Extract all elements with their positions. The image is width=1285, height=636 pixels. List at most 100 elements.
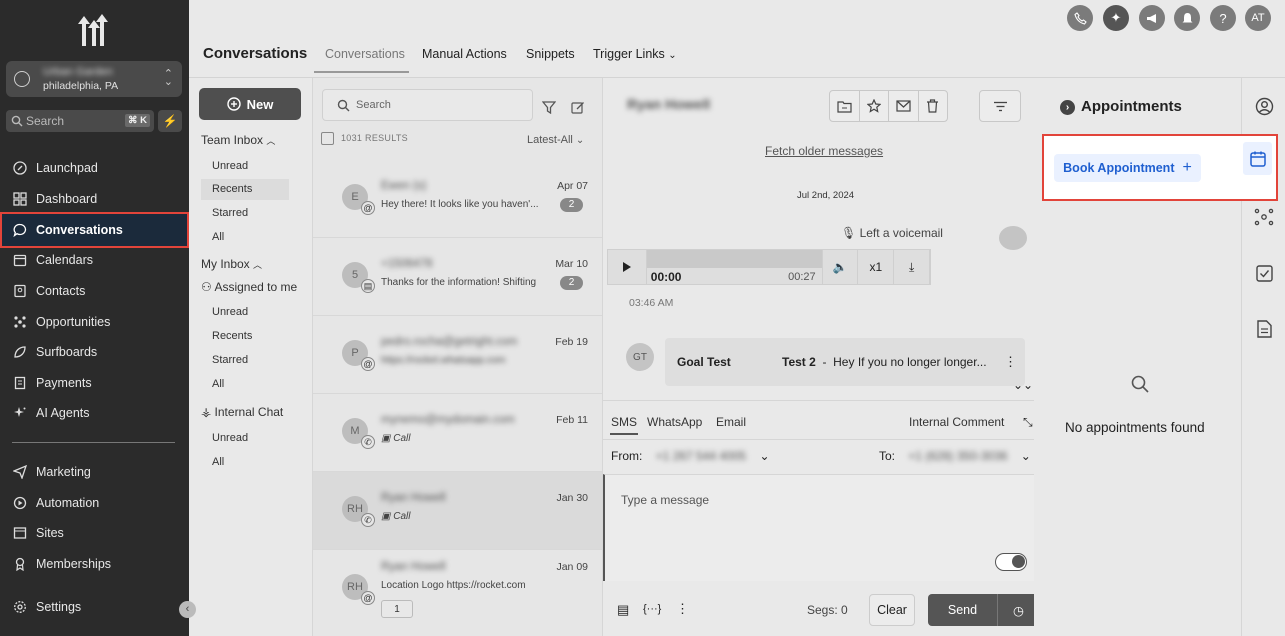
custom-values-icon[interactable]: {···} [643,603,661,615]
play-button[interactable] [608,250,647,284]
sidebar-item-sites[interactable]: Sites [0,518,189,548]
collapse-icon[interactable]: ⤡ [1023,415,1033,430]
conversation-row[interactable]: M ✆ mynemo@mydomain.com ▣ Call Feb 11 [313,394,602,472]
star-button[interactable] [860,91,889,121]
chevron-right-icon[interactable]: › [1060,100,1075,115]
compose-icon[interactable] [571,101,585,114]
my-inbox-all[interactable]: All [201,374,289,395]
sidebar-item-automation[interactable]: Automation [0,488,189,518]
message-textarea[interactable] [603,474,1035,581]
sidebar-item-marketing[interactable]: Marketing [0,457,189,487]
template-icon[interactable]: ▤ [617,602,629,618]
tab-trigger-links[interactable]: Trigger Links ⌄ [593,47,677,61]
quick-action-button[interactable]: ⚡ [158,110,182,132]
chevron-up-icon: ︿ [253,260,263,270]
conversation-search-input[interactable]: Search [322,89,533,121]
sidebar-item-payments[interactable]: Payments [0,368,189,398]
opportunities-button[interactable] [1253,206,1275,228]
more-options-icon[interactable]: ⋮ [676,601,689,617]
schedule-button[interactable]: ◷ [998,594,1039,626]
new-conversation-button[interactable]: New [199,88,301,120]
conversation-row-selected[interactable]: RH ✆ Ryan Howell ▣ Call Jan 30 [313,472,602,550]
tab-conversations[interactable]: Conversations [325,47,405,61]
internal-chat-toggle[interactable]: ⚶ Internal Chat [201,405,283,419]
send-button[interactable]: Send [928,594,998,626]
sidebar-item-conversations[interactable]: Conversations [0,212,189,248]
my-inbox-unread[interactable]: Unread [201,302,289,323]
my-inbox-starred[interactable]: Starred [201,350,289,371]
conversation-row[interactable]: RH @ Ryan Howell Location Logo https://r… [313,550,602,636]
filter-icon[interactable] [542,101,556,114]
internal-chat-all[interactable]: All [201,452,289,473]
sidebar-item-calendars[interactable]: Calendars [0,245,189,275]
scroll-down-icon[interactable]: ⌄⌄ [1013,378,1033,392]
notes-button[interactable] [1253,318,1275,340]
help-button[interactable]: ? [1210,5,1236,31]
from-field[interactable]: From: +1 267 544 4005 ⌄ [611,449,770,463]
tab-manual-actions[interactable]: Manual Actions [422,47,507,61]
notifications-button[interactable] [1174,5,1200,31]
tab-label: Trigger Links [593,47,665,61]
volume-button[interactable]: 🔈 [823,250,859,284]
conversation-row[interactable]: P @ pedro.rocha@getright.com https://roc… [313,316,602,394]
delete-button[interactable] [919,91,948,121]
account-switcher[interactable]: Urban Garden philadelphia, PA ⌃ ⌄ [6,61,182,97]
sidebar-item-settings[interactable]: Settings [0,592,189,622]
tab-whatsapp[interactable]: WhatsApp [647,415,702,429]
user-icon: ⚇ [201,280,212,294]
thread-filter-button[interactable] [979,90,1021,122]
sidebar-item-opportunities[interactable]: Opportunities [0,307,189,337]
sidebar-search[interactable]: Search ⌘ K [6,110,154,132]
audio-progress[interactable]: 00:00 00:27 [646,250,823,284]
internal-chat-unread[interactable]: Unread [201,428,289,449]
inbox-panel: New Team Inbox ︿ Unread Recents Starred … [189,78,312,636]
my-inbox-toggle[interactable]: My Inbox ︿ [201,257,262,271]
conversation-row[interactable]: E @ Ewen (s) Hey there! It looks like yo… [313,160,602,238]
app-logo[interactable] [72,14,112,48]
tab-email[interactable]: Email [716,415,746,429]
tab-internal-comment[interactable]: Internal Comment [909,415,1004,429]
book-appointment-button[interactable]: Book Appointment + [1054,154,1201,182]
audio-progress-track [646,250,822,268]
to-field[interactable]: To: +1 (628) 350-3036 ⌄ [879,449,1031,463]
assigned-to-me[interactable]: ⚇ Assigned to me [201,280,297,294]
magic-button[interactable]: ✦ [1103,5,1129,31]
fetch-older-messages-link[interactable]: Fetch older messages [765,144,883,158]
team-inbox-starred[interactable]: Starred [201,203,289,224]
announcements-button[interactable] [1139,5,1165,31]
user-avatar[interactable]: AT [1245,5,1271,31]
download-button[interactable]: ⤓ [894,250,930,284]
clear-button[interactable]: Clear [869,594,915,626]
magic-wand-icon: ✦ [1110,10,1122,25]
ai-assist-toggle[interactable] [995,553,1027,571]
sort-dropdown[interactable]: Latest-All ⌄ [527,134,584,146]
collapse-sidebar-button[interactable]: ‹ [179,601,196,618]
mark-read-button[interactable] [889,91,919,121]
phone-button[interactable] [1067,5,1093,31]
select-all-checkbox[interactable] [321,132,334,145]
team-inbox-toggle[interactable]: Team Inbox ︿ [201,133,275,147]
more-options-icon[interactable]: ⋮ [1004,354,1017,370]
sidebar-item-surfboards[interactable]: Surfboards [0,337,189,367]
chevron-down-icon: ⌄ [1020,449,1031,463]
my-inbox-recents[interactable]: Recents [201,326,289,347]
tasks-button[interactable] [1253,262,1275,284]
contact-profile-button[interactable] [1253,95,1275,117]
appointments-title: Appointments [1081,98,1182,115]
team-inbox-recents[interactable]: Recents [201,179,289,200]
sidebar-item-label: Launchpad [36,161,98,175]
conversation-row[interactable]: 5 ▤ +1506478 Thanks for the information!… [313,238,602,316]
sidebar-item-memberships[interactable]: Memberships [0,549,189,579]
calendar-tab-button[interactable] [1243,142,1272,175]
team-inbox-all[interactable]: All [201,227,289,248]
move-folder-button[interactable] [830,91,860,121]
tab-snippets[interactable]: Snippets [526,47,575,61]
playback-speed-button[interactable]: x1 [858,250,895,284]
sidebar-item-dashboard[interactable]: Dashboard [0,184,189,214]
sidebar-item-launchpad[interactable]: Launchpad [0,153,189,183]
team-inbox-unread[interactable]: Unread [201,156,289,177]
sidebar-item-contacts[interactable]: Contacts [0,276,189,306]
sidebar-item-ai-agents[interactable]: AI Agents [0,398,189,428]
tab-sms[interactable]: SMS [611,415,637,429]
preview-text: Call [393,433,411,444]
